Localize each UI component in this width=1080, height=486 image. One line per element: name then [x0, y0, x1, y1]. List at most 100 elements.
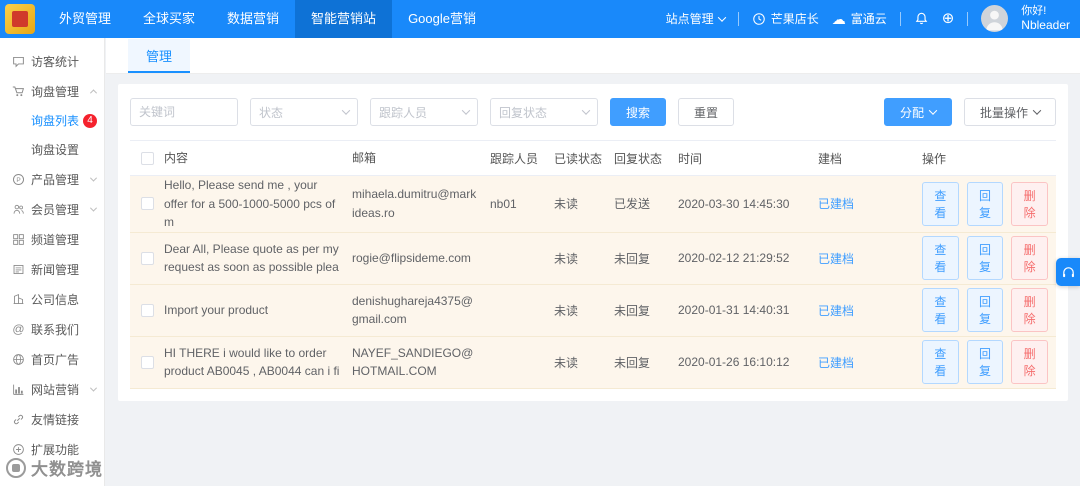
- cell-time: 2020-01-26 16:10:12: [678, 355, 790, 370]
- delete-button[interactable]: 删除: [1011, 288, 1049, 333]
- sidebar-item-homepage-ads[interactable]: 首页广告: [0, 344, 104, 374]
- cell-content: Dear All, Please quote as per my request…: [164, 241, 339, 275]
- header-email: 邮箱: [352, 150, 377, 165]
- delete-button[interactable]: 删除: [1011, 340, 1049, 385]
- mango-store-label: 芒果店长: [770, 12, 819, 27]
- topbar: 外贸管理 全球买家 数据营销 智能营销站 Google营销 站点管理 芒果店长 …: [0, 0, 1080, 38]
- reply-button[interactable]: 回复: [966, 340, 1004, 385]
- archive-link[interactable]: 已建档: [818, 304, 854, 318]
- archive-link[interactable]: 已建档: [818, 252, 854, 266]
- reply-status-placeholder: 回复状态: [499, 105, 548, 120]
- nav-item-data-marketing[interactable]: 数据营销: [211, 0, 295, 38]
- filter-bar: 状态 跟踪人员 回复状态 搜索 重置 分配 批量操作: [130, 98, 1056, 126]
- nav-item-foreign-trade[interactable]: 外贸管理: [43, 0, 127, 38]
- person-icon: [986, 11, 1004, 31]
- nav-item-google-marketing[interactable]: Google营销: [392, 0, 492, 38]
- header-archive: 建档: [818, 151, 843, 166]
- table-row: Hello, Please send me , your offer for a…: [130, 176, 1056, 233]
- row-checkbox[interactable]: [140, 251, 154, 265]
- sidebar-item-visitor-stats[interactable]: 访客统计: [0, 46, 104, 76]
- cell-reply-status: 已发送: [614, 197, 651, 212]
- row-checkbox[interactable]: [140, 355, 154, 369]
- cell-time: 2020-01-31 14:40:31: [678, 303, 790, 318]
- sidebar-item-company-info[interactable]: 公司信息: [0, 284, 104, 314]
- sidebar-item-label: 扩展功能: [31, 442, 80, 457]
- chevron-down-icon: [341, 106, 351, 115]
- table-row: HI THERE i would like to order product A…: [130, 336, 1056, 389]
- sidebar-item-label: 首页广告: [31, 352, 80, 367]
- reply-button[interactable]: 回复: [966, 236, 1004, 281]
- avatar[interactable]: [981, 5, 1009, 33]
- site-manage-dropdown[interactable]: 站点管理: [666, 10, 726, 27]
- tracker-select-placeholder: 跟踪人员: [379, 105, 428, 120]
- view-button[interactable]: 查看: [922, 340, 959, 385]
- header-content: 内容: [164, 150, 189, 165]
- status-select-placeholder: 状态: [259, 105, 284, 120]
- plus-circle-icon: [13, 443, 24, 455]
- header-read-status: 已读状态: [554, 151, 603, 166]
- chevron-down-icon: [928, 106, 938, 115]
- chevron-down-icon: [461, 106, 471, 115]
- sidebar-item-label: 产品管理: [31, 172, 80, 187]
- nav-item-smart-marketing-site[interactable]: 智能营销站: [295, 0, 393, 38]
- sidebar-item-news-management[interactable]: 新闻管理: [0, 254, 104, 284]
- table-row: Import your product denishughareja4375@g…: [130, 284, 1056, 337]
- sidebar-item-label: 询盘管理: [31, 84, 80, 99]
- building-icon: [13, 293, 24, 304]
- view-button[interactable]: 查看: [922, 181, 959, 226]
- sidebar-item-member-management[interactable]: 会员管理: [0, 194, 104, 224]
- futong-cloud-link[interactable]: ☁ 富通云: [832, 10, 887, 27]
- cell-email: denishughareja4375@gmail.com: [352, 293, 473, 327]
- sidebar-item-inquiry-list[interactable]: 询盘列表 4: [0, 106, 104, 135]
- keyword-input[interactable]: [130, 98, 238, 126]
- batch-operations-button[interactable]: 批量操作: [963, 98, 1056, 126]
- tab-strip: 管理: [106, 38, 1080, 74]
- greeting-text: 你好!: [1021, 5, 1047, 18]
- assign-label: 分配: [899, 105, 924, 120]
- view-button[interactable]: 查看: [922, 288, 959, 333]
- sidebar-item-inquiry-management[interactable]: 询盘管理: [0, 76, 104, 106]
- futong-cloud-label: 富通云: [850, 12, 887, 27]
- delete-button[interactable]: 删除: [1011, 236, 1049, 281]
- sidebar-item-product-management[interactable]: P 产品管理: [0, 164, 104, 194]
- select-all-checkbox[interactable]: [140, 151, 154, 165]
- chevron-down-icon: [1032, 106, 1042, 115]
- at-icon: @: [12, 322, 25, 336]
- reply-button[interactable]: 回复: [966, 288, 1004, 333]
- customer-service-widget[interactable]: [1056, 258, 1080, 286]
- sidebar-item-website-marketing[interactable]: 网站营销: [0, 374, 104, 404]
- sidebar-item-label: 联系我们: [31, 322, 80, 337]
- sidebar-item-label: 频道管理: [31, 232, 80, 247]
- cell-read-status: 未读: [554, 355, 579, 370]
- row-checkbox[interactable]: [140, 303, 154, 317]
- archive-link[interactable]: 已建档: [818, 356, 854, 370]
- cell-content: Hello, Please send me , your offer for a…: [164, 178, 336, 230]
- sidebar-item-contact-us[interactable]: @ 联系我们: [0, 314, 104, 344]
- tab-manage[interactable]: 管理: [128, 38, 191, 73]
- sidebar-item-label: 新闻管理: [31, 262, 80, 277]
- tracker-select[interactable]: 跟踪人员: [370, 98, 478, 126]
- sidebar-item-channel-management[interactable]: 频道管理: [0, 224, 104, 254]
- reply-button[interactable]: 回复: [966, 181, 1004, 226]
- sidebar-item-extended-features[interactable]: 扩展功能: [0, 434, 104, 464]
- row-checkbox[interactable]: [140, 197, 154, 211]
- mango-store-link[interactable]: 芒果店长: [752, 10, 819, 27]
- user-greeting: 你好! Nbleader: [1021, 4, 1070, 34]
- inquiry-table: 内容 邮箱 跟踪人员 已读状态 回复状态 时间 建档 操作 Hello, Ple…: [130, 140, 1056, 389]
- sidebar-item-inquiry-settings[interactable]: 询盘设置: [0, 135, 104, 164]
- reply-status-select[interactable]: 回复状态: [490, 98, 598, 126]
- header-time: 时间: [678, 151, 703, 166]
- archive-link[interactable]: 已建档: [818, 197, 854, 211]
- chevron-down-icon: [717, 13, 726, 22]
- reset-button[interactable]: 重置: [678, 98, 735, 126]
- assign-button[interactable]: 分配: [883, 98, 952, 126]
- sidebar-item-friendly-links[interactable]: 友情链接: [0, 404, 104, 434]
- bell-icon[interactable]: [914, 11, 929, 26]
- status-select[interactable]: 状态: [250, 98, 358, 126]
- globe-plus-icon[interactable]: ⊕: [942, 11, 955, 26]
- view-button[interactable]: 查看: [922, 236, 959, 281]
- nav-item-global-buyers[interactable]: 全球买家: [127, 0, 211, 38]
- delete-button[interactable]: 删除: [1011, 181, 1049, 226]
- cell-email: rogie@flipsideme.com: [352, 250, 471, 265]
- search-button[interactable]: 搜索: [610, 98, 667, 126]
